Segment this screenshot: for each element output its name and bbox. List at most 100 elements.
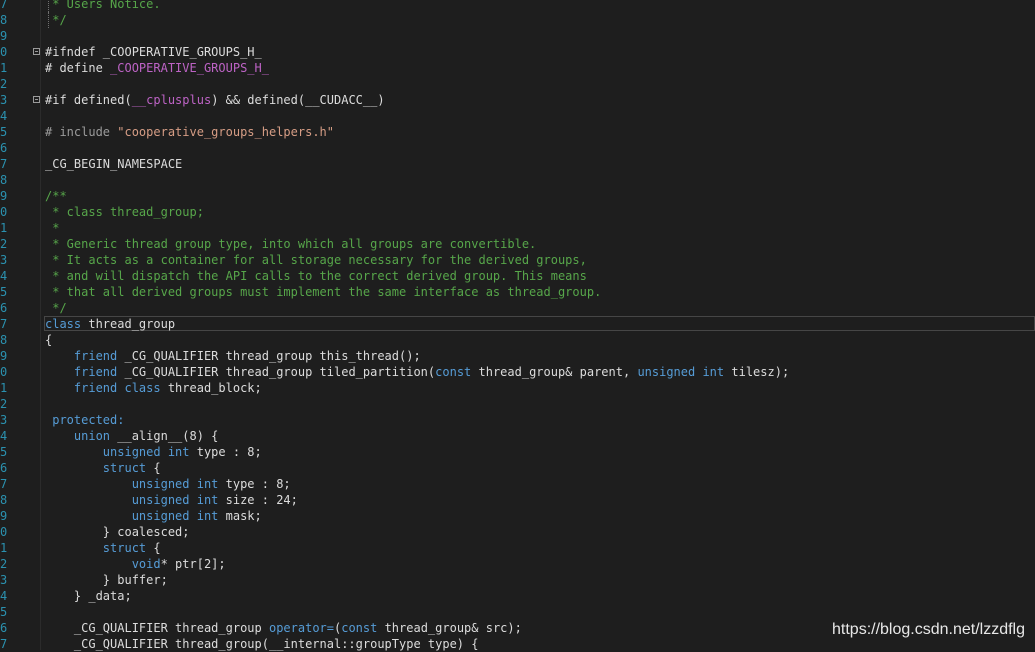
code-line[interactable]: 2 xyxy=(0,76,1035,92)
code-token: __cplusplus xyxy=(131,93,212,107)
code-line[interactable]: 1 * xyxy=(0,220,1035,236)
code-token: # include xyxy=(45,125,118,139)
code-text[interactable]: #if defined(__cplusplus) && defined(__CU… xyxy=(45,92,385,108)
code-text[interactable]: * class thread_group; xyxy=(45,204,204,220)
code-line[interactable]: 4 } _data; xyxy=(0,588,1035,604)
code-text[interactable]: union __align__(8) { xyxy=(45,428,219,444)
code-line[interactable]: 4 * and will dispatch the API calls to t… xyxy=(0,268,1035,284)
code-text[interactable]: } buffer; xyxy=(45,572,168,588)
code-text[interactable]: */ xyxy=(45,12,66,28)
code-text[interactable]: * Users Notice. xyxy=(45,0,160,12)
code-text[interactable]: struct { xyxy=(45,460,161,476)
code-line[interactable]: 5 unsigned int type : 8; xyxy=(0,444,1035,460)
code-line[interactable]: 3 } buffer; xyxy=(0,572,1035,588)
code-line[interactable]: 8 xyxy=(0,172,1035,188)
line-number: 3 xyxy=(0,573,8,587)
code-text[interactable]: * Generic thread group type, into which … xyxy=(45,236,536,252)
code-line[interactable]: 6 struct { xyxy=(0,460,1035,476)
code-text[interactable]: } _data; xyxy=(45,588,132,604)
code-text[interactable]: protected: xyxy=(45,412,124,428)
code-line[interactable]: 8 */ xyxy=(0,12,1035,28)
code-line[interactable]: 0 * class thread_group; xyxy=(0,204,1035,220)
line-number: 6 xyxy=(0,301,8,315)
code-text[interactable]: unsigned int type : 8; xyxy=(45,476,291,492)
code-token: { xyxy=(146,541,161,555)
code-line[interactable]: 5 xyxy=(0,604,1035,620)
line-number: 6 xyxy=(0,621,8,635)
line-number: 9 xyxy=(0,349,8,363)
code-text[interactable]: # define _COOPERATIVE_GROUPS_H_ xyxy=(45,60,269,76)
line-number: 5 xyxy=(0,285,8,299)
code-text[interactable]: * xyxy=(45,220,59,236)
line-number: 5 xyxy=(0,125,8,139)
code-text[interactable]: friend class thread_block; xyxy=(45,380,262,396)
code-line[interactable]: 4 xyxy=(0,108,1035,124)
code-line[interactable]: 7 unsigned int type : 8; xyxy=(0,476,1035,492)
code-line[interactable]: 2 void* ptr[2]; xyxy=(0,556,1035,572)
code-text[interactable]: #ifndef _COOPERATIVE_GROUPS_H_ xyxy=(45,44,262,60)
code-line[interactable]: 7 * Users Notice. xyxy=(0,0,1035,12)
code-text[interactable]: } coalesced; xyxy=(45,524,190,540)
line-number: 3 xyxy=(0,93,8,107)
code-line[interactable]: 3 protected: xyxy=(0,412,1035,428)
code-token: const xyxy=(435,365,472,379)
code-line[interactable]: 5 # include "cooperative_groups_helpers.h… xyxy=(0,124,1035,140)
code-line[interactable]: 4 union __align__(8) { xyxy=(0,428,1035,444)
code-token: class xyxy=(45,317,82,331)
code-line[interactable]: 8 unsigned int size : 24; xyxy=(0,492,1035,508)
code-text[interactable]: unsigned int type : 8; xyxy=(45,444,262,460)
code-line[interactable]: 9 unsigned int mask; xyxy=(0,508,1035,524)
code-line[interactable]: 1 # define _COOPERATIVE_GROUPS_H_ xyxy=(0,60,1035,76)
line-number: 7 xyxy=(0,157,8,171)
code-text[interactable]: void* ptr[2]; xyxy=(45,556,226,572)
code-line[interactable]: 1 struct { xyxy=(0,540,1035,556)
code-token: } coalesced; xyxy=(45,525,190,539)
code-line[interactable]: 0 friend _CG_QUALIFIER thread_group tile… xyxy=(0,364,1035,380)
code-token: size : 24; xyxy=(218,493,298,507)
code-text[interactable]: _CG_BEGIN_NAMESPACE xyxy=(45,156,182,172)
code-text[interactable]: friend _CG_QUALIFIER thread_group tiled_… xyxy=(45,364,789,380)
code-line[interactable]: 1 friend class thread_block; xyxy=(0,380,1035,396)
code-line[interactable]: 6 */ xyxy=(0,300,1035,316)
code-text[interactable]: * that all derived groups must implement… xyxy=(45,284,601,300)
code-text[interactable]: # include "cooperative_groups_helpers.h" xyxy=(45,124,334,140)
code-text[interactable]: * It acts as a container for all storage… xyxy=(45,252,587,268)
code-text[interactable]: */ xyxy=(45,300,66,316)
fold-toggle-icon[interactable] xyxy=(33,48,40,55)
code-line[interactable]: 2 xyxy=(0,396,1035,412)
line-number: 3 xyxy=(0,253,8,267)
code-text[interactable]: { xyxy=(45,332,52,348)
code-line[interactable]: 9 xyxy=(0,28,1035,44)
code-line[interactable]: 0 #ifndef _COOPERATIVE_GROUPS_H_ xyxy=(0,44,1035,60)
line-number: 1 xyxy=(0,381,8,395)
fold-toggle-icon[interactable] xyxy=(33,96,40,103)
code-text[interactable]: * and will dispatch the API calls to the… xyxy=(45,268,587,284)
code-line[interactable]: 9 friend _CG_QUALIFIER thread_group this… xyxy=(0,348,1035,364)
code-line[interactable]: 6 xyxy=(0,140,1035,156)
code-token: _CG_QUALIFIER thread_group xyxy=(45,621,269,635)
code-token: protected: xyxy=(45,413,125,427)
line-number: 2 xyxy=(0,397,8,411)
code-text[interactable]: /** xyxy=(45,188,67,204)
code-line[interactable]: 3 * It acts as a container for all stora… xyxy=(0,252,1035,268)
code-line[interactable]: 3 #if defined(__cplusplus) && defined(__C… xyxy=(0,92,1035,108)
code-text[interactable]: friend _CG_QUALIFIER thread_group this_t… xyxy=(45,348,421,364)
code-token: _CG_QUALIFIER thread_group(__internal::g… xyxy=(45,637,479,651)
code-line[interactable]: 7 class thread_group xyxy=(0,316,1035,332)
code-text[interactable]: struct { xyxy=(45,540,161,556)
code-token: * It acts as a container for all storage… xyxy=(45,253,587,267)
code-line[interactable]: 9 /** xyxy=(0,188,1035,204)
code-editor[interactable]: 7 * Users Notice. 8 */9 0 #ifndef _COOPERAT… xyxy=(0,0,1035,651)
code-token: /** xyxy=(45,189,67,203)
code-text[interactable]: unsigned int size : 24; xyxy=(45,492,298,508)
code-line[interactable]: 0 } coalesced; xyxy=(0,524,1035,540)
code-text[interactable]: unsigned int mask; xyxy=(45,508,262,524)
code-line[interactable]: 5 * that all derived groups must impleme… xyxy=(0,284,1035,300)
code-line[interactable]: 2 * Generic thread group type, into whic… xyxy=(0,236,1035,252)
code-line[interactable]: 8{ xyxy=(0,332,1035,348)
code-token: friend class xyxy=(45,381,161,395)
code-line[interactable]: 7 _CG_BEGIN_NAMESPACE xyxy=(0,156,1035,172)
code-text[interactable]: class thread_group xyxy=(45,316,175,332)
code-token: mask; xyxy=(218,509,262,523)
code-text[interactable]: _CG_QUALIFIER thread_group operator=(con… xyxy=(45,620,522,636)
